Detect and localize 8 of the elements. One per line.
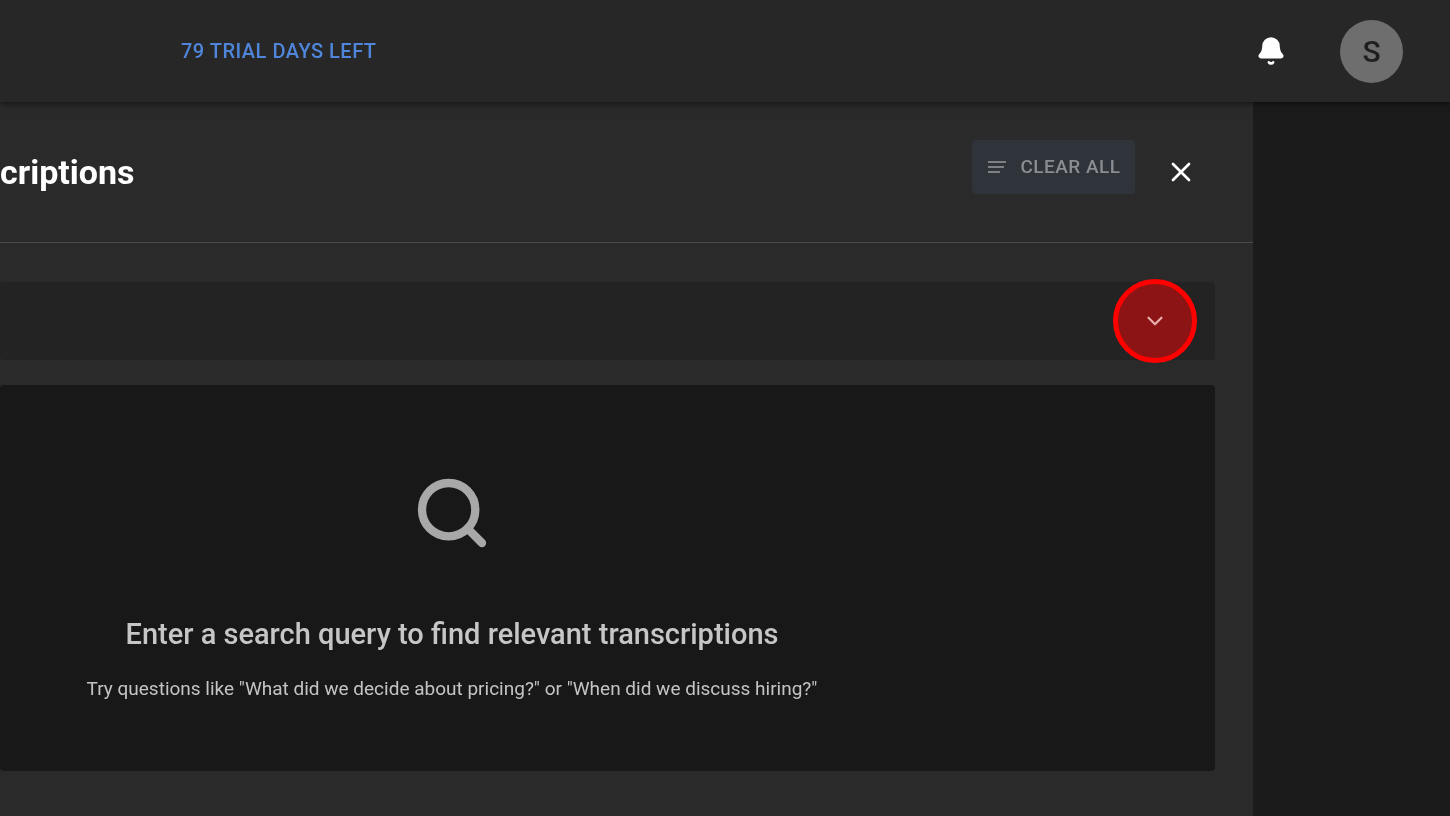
notification-bell-icon[interactable] [1256,36,1286,66]
empty-state-heading: Enter a search query to find relevant transcriptions [125,616,779,653]
avatar[interactable]: S [1340,19,1403,83]
panel-title: criptions [0,150,135,194]
trial-days-link[interactable]: 79 TRIAL DAYS LEFT [181,36,377,66]
lines-icon [986,160,1009,174]
empty-state-hint: Try questions like "What did we decide about pricing?" or "When did we discuss hiring?" [86,675,818,702]
clear-all-button[interactable]: CLEAR ALL [972,140,1135,194]
